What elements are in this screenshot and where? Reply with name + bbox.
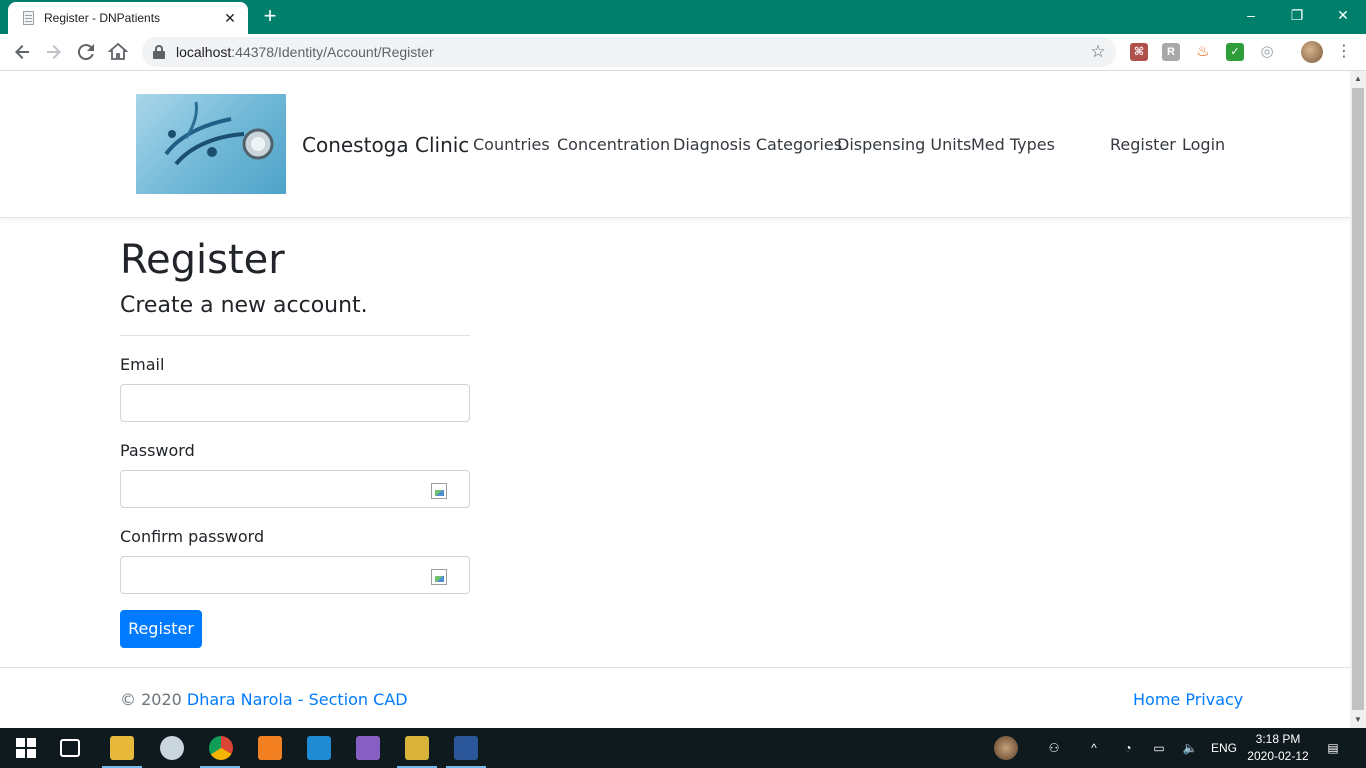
scroll-up-icon[interactable]: ▲ — [1350, 71, 1366, 87]
user-photo-icon[interactable] — [994, 736, 1018, 760]
nav-register[interactable]: Register — [1110, 135, 1176, 154]
brand-link[interactable]: Conestoga Clinic — [302, 133, 469, 157]
confirm-password-field[interactable] — [120, 556, 470, 594]
password-label: Password — [120, 441, 195, 460]
footer-copyright: © 2020 Dhara Narola - Section CAD — [120, 690, 408, 709]
network-icon[interactable]: ◔ — [1118, 728, 1138, 768]
page-title: Register — [120, 237, 285, 283]
author-link[interactable]: Dhara Narola - Section CAD — [187, 690, 408, 709]
url-text[interactable]: localhost:44378/Identity/Account/Registe… — [176, 44, 1086, 60]
broken-image-icon[interactable] — [431, 483, 447, 499]
taskbar-clock[interactable]: 3:18 PM 2020-02-12 — [1240, 731, 1316, 765]
forward-arrow-icon[interactable] — [42, 40, 66, 64]
scroll-thumb[interactable] — [1352, 88, 1364, 710]
privacy-link[interactable]: Privacy — [1185, 690, 1243, 709]
checkmark-extension-icon[interactable]: ✓ — [1226, 43, 1244, 61]
visual-studio-icon[interactable] — [356, 736, 380, 760]
page-icon — [20, 10, 36, 26]
vscode-icon[interactable] — [307, 736, 331, 760]
browser-menu-icon[interactable]: ⋮ — [1336, 42, 1352, 62]
nav-med-types[interactable]: Med Types — [971, 135, 1055, 154]
file-explorer-icon[interactable] — [110, 736, 134, 760]
browser-toolbar: localhost:44378/Identity/Account/Registe… — [0, 34, 1366, 71]
minimize-button[interactable]: – — [1228, 0, 1274, 30]
home-link[interactable]: Home — [1133, 690, 1180, 709]
language-indicator[interactable]: ENG — [1208, 728, 1240, 768]
site-footer: © 2020 Dhara Narola - Section CAD Home P… — [0, 667, 1350, 728]
windows-taskbar: ⚇ ^ ◔ ▭ 🔈 ENG 3:18 PM 2020-02-12 ▤ — [0, 728, 1366, 768]
fire-extension-icon[interactable]: ♨ — [1194, 43, 1212, 61]
page-subtitle: Create a new account. — [120, 293, 368, 318]
nav-login[interactable]: Login — [1182, 135, 1225, 154]
people-icon[interactable]: ⚇ — [1044, 728, 1064, 768]
nav-dispensing-units[interactable]: Dispensing Units — [837, 135, 971, 154]
nav-concentration[interactable]: Concentration — [557, 135, 670, 154]
show-hidden-icons-chevron[interactable]: ^ — [1084, 728, 1104, 768]
restore-button[interactable]: ❐ — [1274, 0, 1320, 30]
nav-countries[interactable]: Countries — [473, 135, 550, 154]
new-tab-button[interactable]: + — [258, 4, 282, 28]
tab-title: Register - DNPatients — [44, 11, 161, 25]
clock-date: 2020-02-12 — [1247, 749, 1309, 763]
email-field[interactable] — [120, 384, 470, 422]
scroll-down-icon[interactable]: ▼ — [1350, 712, 1366, 728]
email-label: Email — [120, 355, 165, 374]
tab-close-icon[interactable]: ✕ — [222, 10, 238, 27]
notifications-icon[interactable]: ▤ — [1322, 728, 1344, 768]
extension-icon[interactable]: R — [1162, 43, 1180, 61]
task-view-icon[interactable] — [60, 739, 80, 757]
bookmark-star-icon[interactable]: ☆ — [1086, 42, 1110, 62]
broken-image-icon[interactable] — [431, 569, 447, 585]
paint-icon[interactable] — [160, 736, 184, 760]
confirm-password-label: Confirm password — [120, 527, 265, 546]
pdf-extension-icon[interactable]: ⌘ — [1130, 43, 1148, 61]
browser-tab-strip: Register - DNPatients ✕ + – ❐ ✕ — [0, 0, 1366, 34]
database-tool-icon[interactable] — [405, 736, 429, 760]
profile-avatar[interactable] — [1301, 41, 1323, 63]
browser-tab[interactable]: Register - DNPatients ✕ — [8, 2, 248, 34]
register-button[interactable]: Register — [120, 610, 202, 648]
windows-start-icon[interactable] — [14, 736, 38, 760]
back-arrow-icon[interactable] — [10, 40, 34, 64]
divider — [120, 335, 470, 336]
footer-links: Home Privacy — [1133, 690, 1243, 709]
password-field[interactable] — [120, 470, 470, 508]
nav-diagnosis-categories[interactable]: Diagnosis Categories — [673, 135, 842, 154]
volume-icon[interactable]: 🔈 — [1178, 728, 1202, 768]
stethoscope-logo[interactable] — [136, 94, 286, 194]
reload-icon[interactable] — [74, 40, 98, 64]
page-viewport: Conestoga Clinic Countries Concentration… — [0, 71, 1350, 728]
window-close-button[interactable]: ✕ — [1320, 0, 1366, 30]
vertical-scrollbar[interactable]: ▲ ▼ — [1350, 71, 1366, 728]
home-icon[interactable] — [106, 40, 130, 64]
clock-time: 3:18 PM — [1255, 732, 1301, 746]
headset-extension-icon[interactable]: ◎ — [1258, 43, 1276, 61]
address-bar[interactable]: localhost:44378/Identity/Account/Registe… — [142, 37, 1116, 67]
xampp-icon[interactable] — [258, 736, 282, 760]
site-header: Conestoga Clinic Countries Concentration… — [0, 71, 1350, 218]
word-icon[interactable] — [454, 736, 478, 760]
lock-icon[interactable] — [152, 45, 166, 59]
chrome-icon[interactable] — [209, 736, 233, 760]
battery-icon[interactable]: ▭ — [1148, 728, 1170, 768]
